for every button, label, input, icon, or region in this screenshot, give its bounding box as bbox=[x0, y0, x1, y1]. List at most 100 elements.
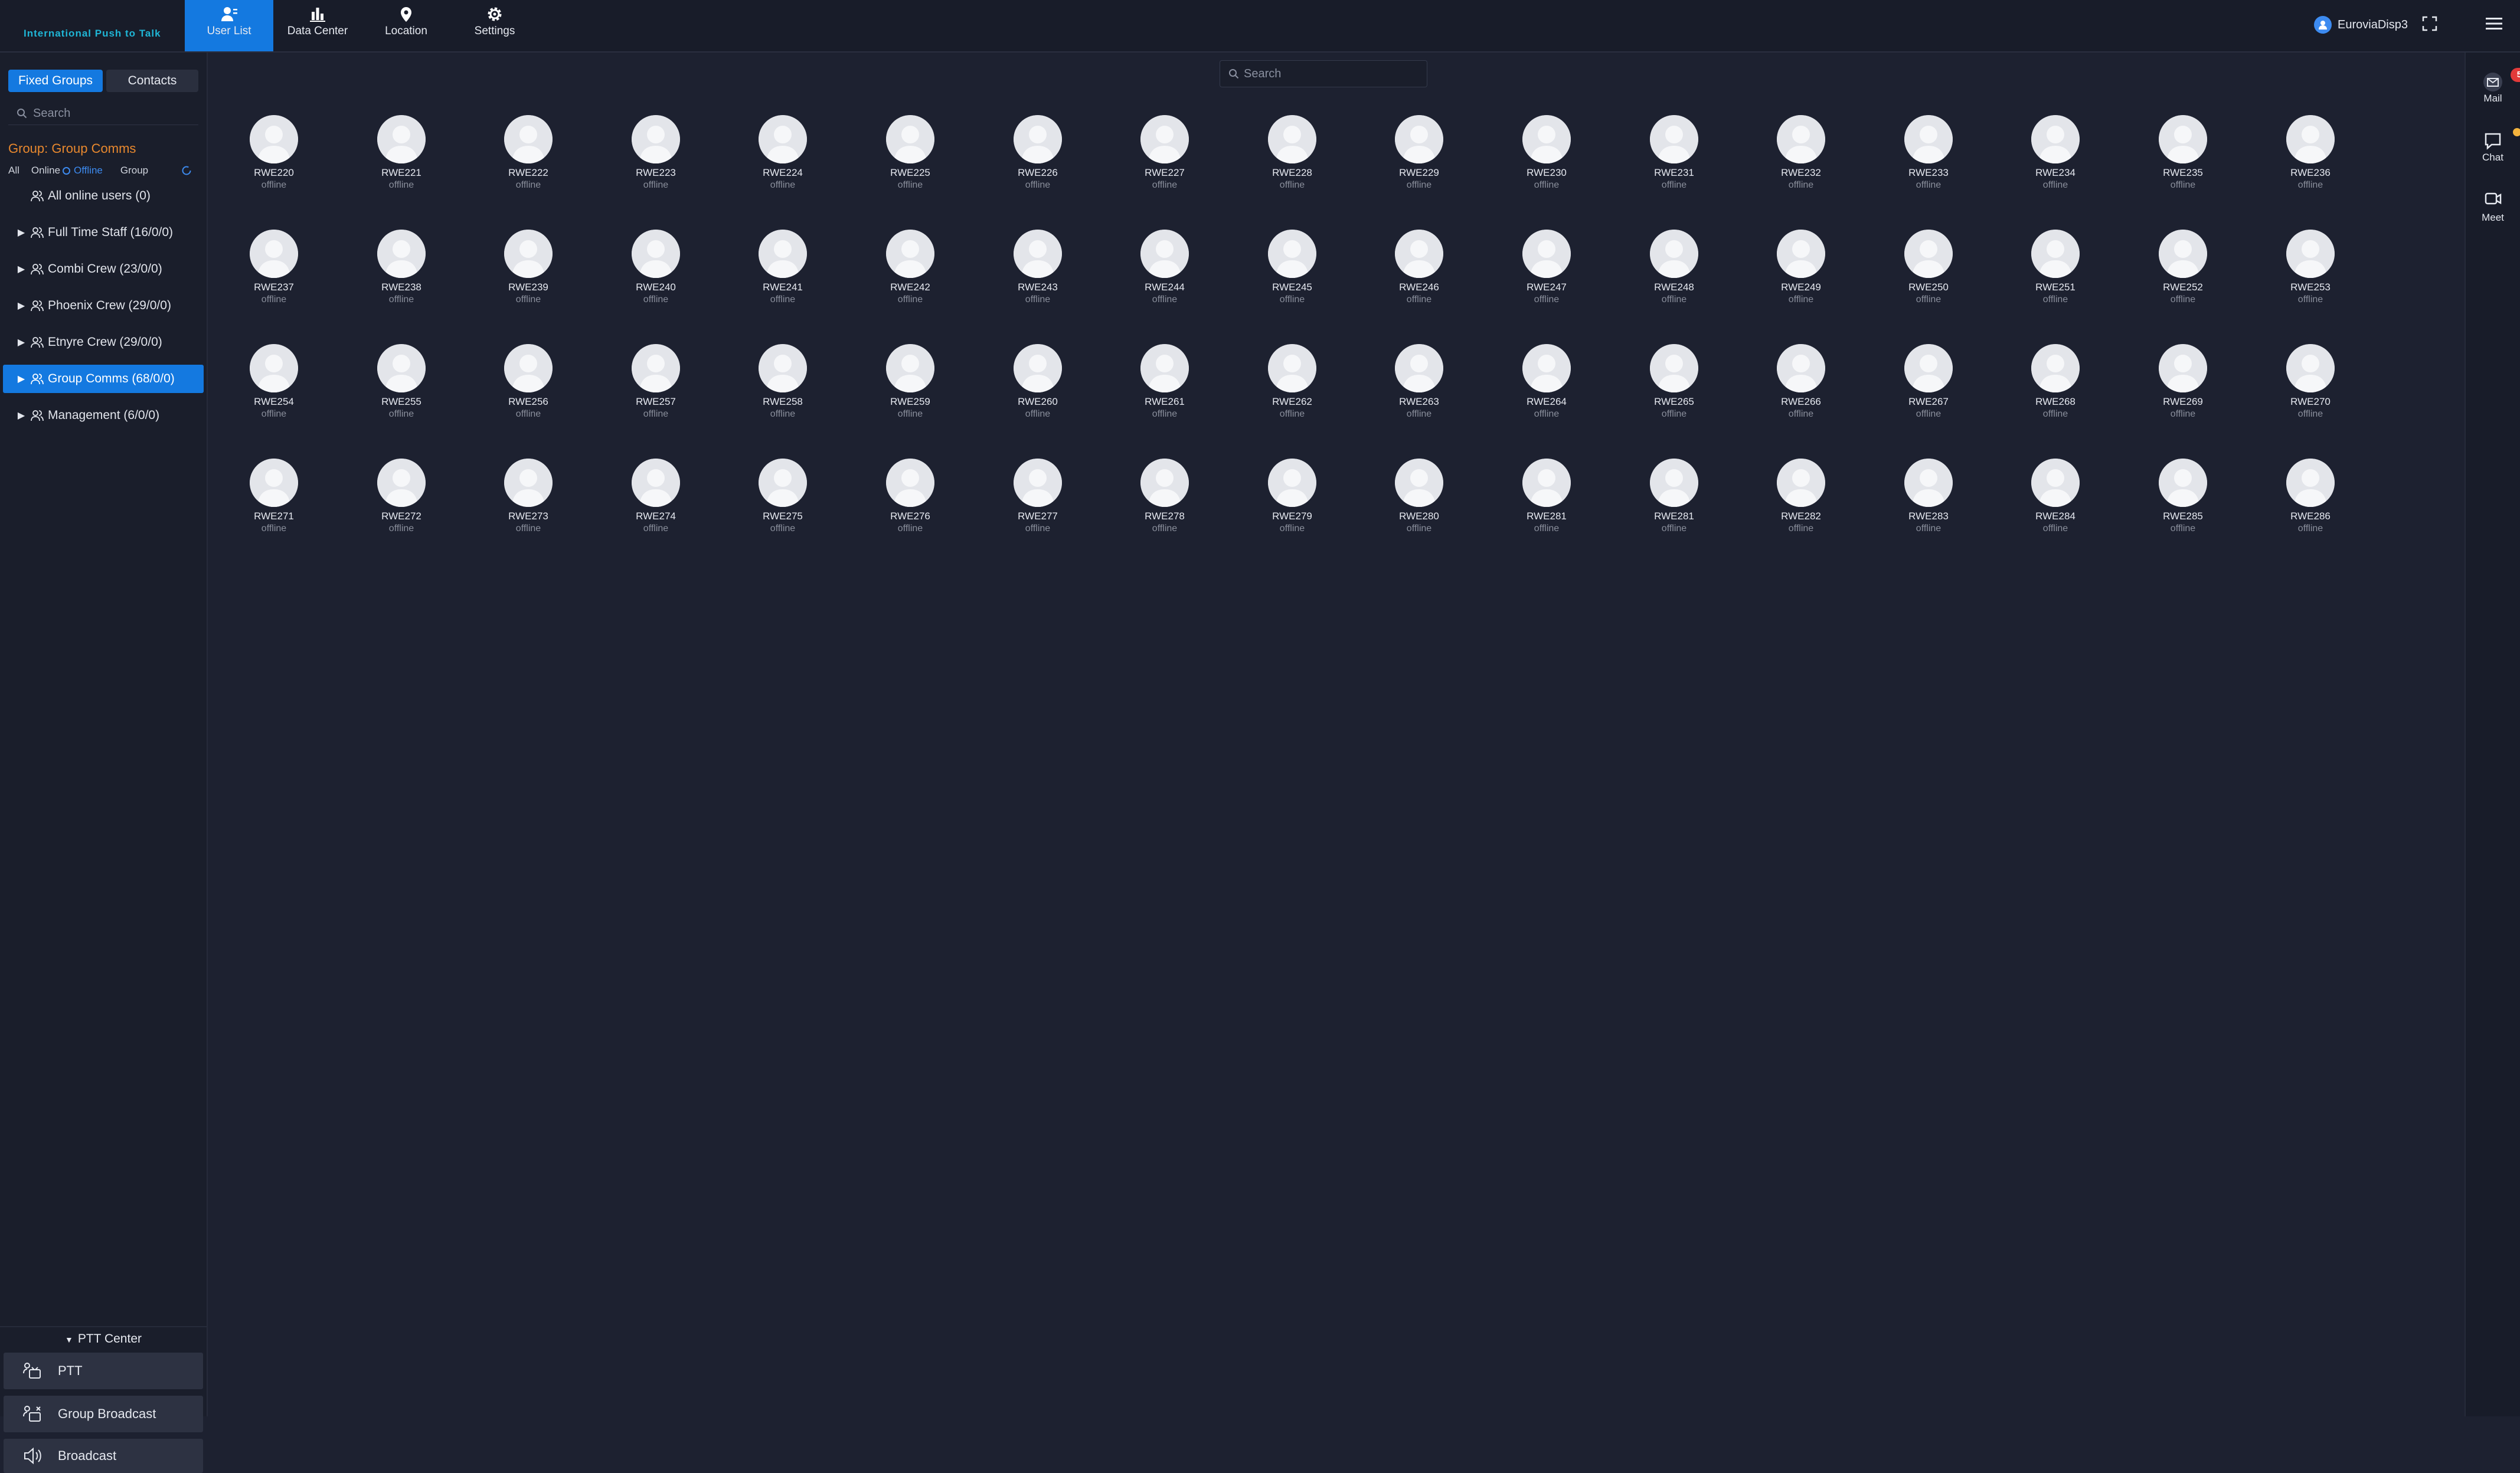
filter-offline[interactable]: Offline bbox=[63, 165, 103, 176]
user-card[interactable]: RWE246 offline bbox=[1375, 230, 1463, 305]
user-card[interactable]: RWE224 offline bbox=[738, 115, 827, 191]
rail-chat[interactable]: Chat bbox=[2466, 128, 2520, 163]
tree-item[interactable]: ▶ Group Comms (68/0/0) bbox=[3, 365, 204, 393]
refresh-icon[interactable] bbox=[181, 165, 192, 176]
user-card[interactable]: RWE271 offline bbox=[230, 459, 318, 534]
tree-item[interactable]: ▶ Etnyre Crew (29/0/0) bbox=[3, 328, 204, 356]
user-card[interactable]: RWE276 offline bbox=[866, 459, 955, 534]
user-card[interactable]: RWE255 offline bbox=[357, 344, 446, 420]
user-card[interactable]: RWE267 offline bbox=[1884, 344, 1973, 420]
user-card[interactable]: RWE284 offline bbox=[2011, 459, 2100, 534]
user-card[interactable]: RWE239 offline bbox=[484, 230, 573, 305]
user-card[interactable]: RWE258 offline bbox=[738, 344, 827, 420]
filter-online[interactable]: Online bbox=[31, 165, 60, 176]
user-card[interactable]: RWE256 offline bbox=[484, 344, 573, 420]
user-card[interactable]: RWE244 offline bbox=[1120, 230, 1209, 305]
user-card[interactable]: RWE285 offline bbox=[2139, 459, 2227, 534]
user-card[interactable]: RWE280 offline bbox=[1375, 459, 1463, 534]
user-card[interactable]: RWE257 offline bbox=[612, 344, 700, 420]
user-card[interactable]: RWE236 offline bbox=[2266, 115, 2355, 191]
fullscreen-icon[interactable] bbox=[2422, 16, 2437, 31]
expand-caret-icon[interactable]: ▶ bbox=[15, 336, 28, 348]
user-card[interactable]: RWE270 offline bbox=[2266, 344, 2355, 420]
rail-meet[interactable]: Meet bbox=[2466, 188, 2520, 224]
user-card[interactable]: RWE275 offline bbox=[738, 459, 827, 534]
broadcast-button[interactable]: Broadcast bbox=[4, 1439, 203, 1473]
user-card[interactable]: RWE266 offline bbox=[1757, 344, 1845, 420]
hamburger-menu-icon[interactable] bbox=[2485, 15, 2503, 32]
user-card[interactable]: RWE261 offline bbox=[1120, 344, 1209, 420]
user-card[interactable]: RWE249 offline bbox=[1757, 230, 1845, 305]
user-card[interactable]: RWE254 offline bbox=[230, 344, 318, 420]
tree-item[interactable]: ▶ Combi Crew (23/0/0) bbox=[3, 255, 204, 283]
user-card[interactable]: RWE278 offline bbox=[1120, 459, 1209, 534]
user-card[interactable]: RWE232 offline bbox=[1757, 115, 1845, 191]
tab-data-center[interactable]: Data Center bbox=[273, 0, 362, 51]
user-search-input[interactable]: Search bbox=[1220, 60, 1427, 87]
user-card[interactable]: RWE222 offline bbox=[484, 115, 573, 191]
user-card[interactable]: RWE241 offline bbox=[738, 230, 827, 305]
rail-mail[interactable]: 58 Mail bbox=[2466, 68, 2520, 104]
tree-item[interactable]: ▶All online users (0) bbox=[3, 182, 204, 210]
tab-location[interactable]: Location bbox=[362, 0, 450, 51]
group-broadcast-button[interactable]: Group Broadcast bbox=[4, 1396, 203, 1432]
user-card[interactable]: RWE265 offline bbox=[1630, 344, 1718, 420]
filter-group[interactable]: Group bbox=[120, 165, 148, 176]
user-card[interactable]: RWE252 offline bbox=[2139, 230, 2227, 305]
expand-caret-icon[interactable]: ▶ bbox=[15, 300, 28, 312]
user-card[interactable]: RWE260 offline bbox=[993, 344, 1082, 420]
user-card[interactable]: RWE223 offline bbox=[612, 115, 700, 191]
fixed-groups-button[interactable]: Fixed Groups bbox=[8, 70, 103, 92]
user-card[interactable]: RWE242 offline bbox=[866, 230, 955, 305]
user-card[interactable]: RWE286 offline bbox=[2266, 459, 2355, 534]
user-card[interactable]: RWE282 offline bbox=[1757, 459, 1845, 534]
user-card[interactable]: RWE235 offline bbox=[2139, 115, 2227, 191]
user-card[interactable]: RWE268 offline bbox=[2011, 344, 2100, 420]
expand-caret-icon[interactable]: ▶ bbox=[15, 263, 28, 275]
filter-all[interactable]: All bbox=[8, 165, 19, 176]
user-card[interactable]: RWE273 offline bbox=[484, 459, 573, 534]
user-card[interactable]: RWE248 offline bbox=[1630, 230, 1718, 305]
user-card[interactable]: RWE230 offline bbox=[1502, 115, 1591, 191]
user-card[interactable]: RWE231 offline bbox=[1630, 115, 1718, 191]
user-card[interactable]: RWE264 offline bbox=[1502, 344, 1591, 420]
user-card[interactable]: RWE274 offline bbox=[612, 459, 700, 534]
user-card[interactable]: RWE233 offline bbox=[1884, 115, 1973, 191]
user-card[interactable]: RWE253 offline bbox=[2266, 230, 2355, 305]
user-card[interactable]: RWE245 offline bbox=[1248, 230, 1336, 305]
user-card[interactable]: RWE251 offline bbox=[2011, 230, 2100, 305]
contacts-button[interactable]: Contacts bbox=[106, 70, 198, 92]
user-card[interactable]: RWE240 offline bbox=[612, 230, 700, 305]
user-card[interactable]: RWE226 offline bbox=[993, 115, 1082, 191]
user-card[interactable]: RWE250 offline bbox=[1884, 230, 1973, 305]
ptt-center-header[interactable]: ▼ PTT Center bbox=[0, 1326, 207, 1351]
user-card[interactable]: RWE243 offline bbox=[993, 230, 1082, 305]
user-card[interactable]: RWE247 offline bbox=[1502, 230, 1591, 305]
user-card[interactable]: RWE220 offline bbox=[230, 115, 318, 191]
user-card[interactable]: RWE269 offline bbox=[2139, 344, 2227, 420]
user-card[interactable]: RWE229 offline bbox=[1375, 115, 1463, 191]
expand-caret-icon[interactable]: ▶ bbox=[15, 373, 28, 385]
user-card[interactable]: RWE227 offline bbox=[1120, 115, 1209, 191]
user-card[interactable]: RWE262 offline bbox=[1248, 344, 1336, 420]
user-card[interactable]: RWE238 offline bbox=[357, 230, 446, 305]
tab-settings[interactable]: Settings bbox=[450, 0, 539, 51]
user-card[interactable]: RWE225 offline bbox=[866, 115, 955, 191]
tree-item[interactable]: ▶ Full Time Staff (16/0/0) bbox=[3, 218, 204, 247]
user-card[interactable]: RWE281 offline bbox=[1630, 459, 1718, 534]
user-card[interactable]: RWE283 offline bbox=[1884, 459, 1973, 534]
user-card[interactable]: RWE259 offline bbox=[866, 344, 955, 420]
tree-item[interactable]: ▶ Management (6/0/0) bbox=[3, 401, 204, 430]
user-card[interactable]: RWE221 offline bbox=[357, 115, 446, 191]
user-card[interactable]: RWE263 offline bbox=[1375, 344, 1463, 420]
user-card[interactable]: RWE272 offline bbox=[357, 459, 446, 534]
user-menu[interactable]: EuroviaDisp3 bbox=[2314, 14, 2408, 35]
user-card[interactable]: RWE234 offline bbox=[2011, 115, 2100, 191]
user-card[interactable]: RWE279 offline bbox=[1248, 459, 1336, 534]
ptt-button[interactable]: PTT bbox=[4, 1353, 203, 1389]
user-card[interactable]: RWE228 offline bbox=[1248, 115, 1336, 191]
tab-user-list[interactable]: User List bbox=[185, 0, 273, 51]
user-card[interactable]: RWE237 offline bbox=[230, 230, 318, 305]
expand-caret-icon[interactable]: ▶ bbox=[15, 410, 28, 421]
sidebar-search-input[interactable]: Search bbox=[8, 102, 198, 125]
